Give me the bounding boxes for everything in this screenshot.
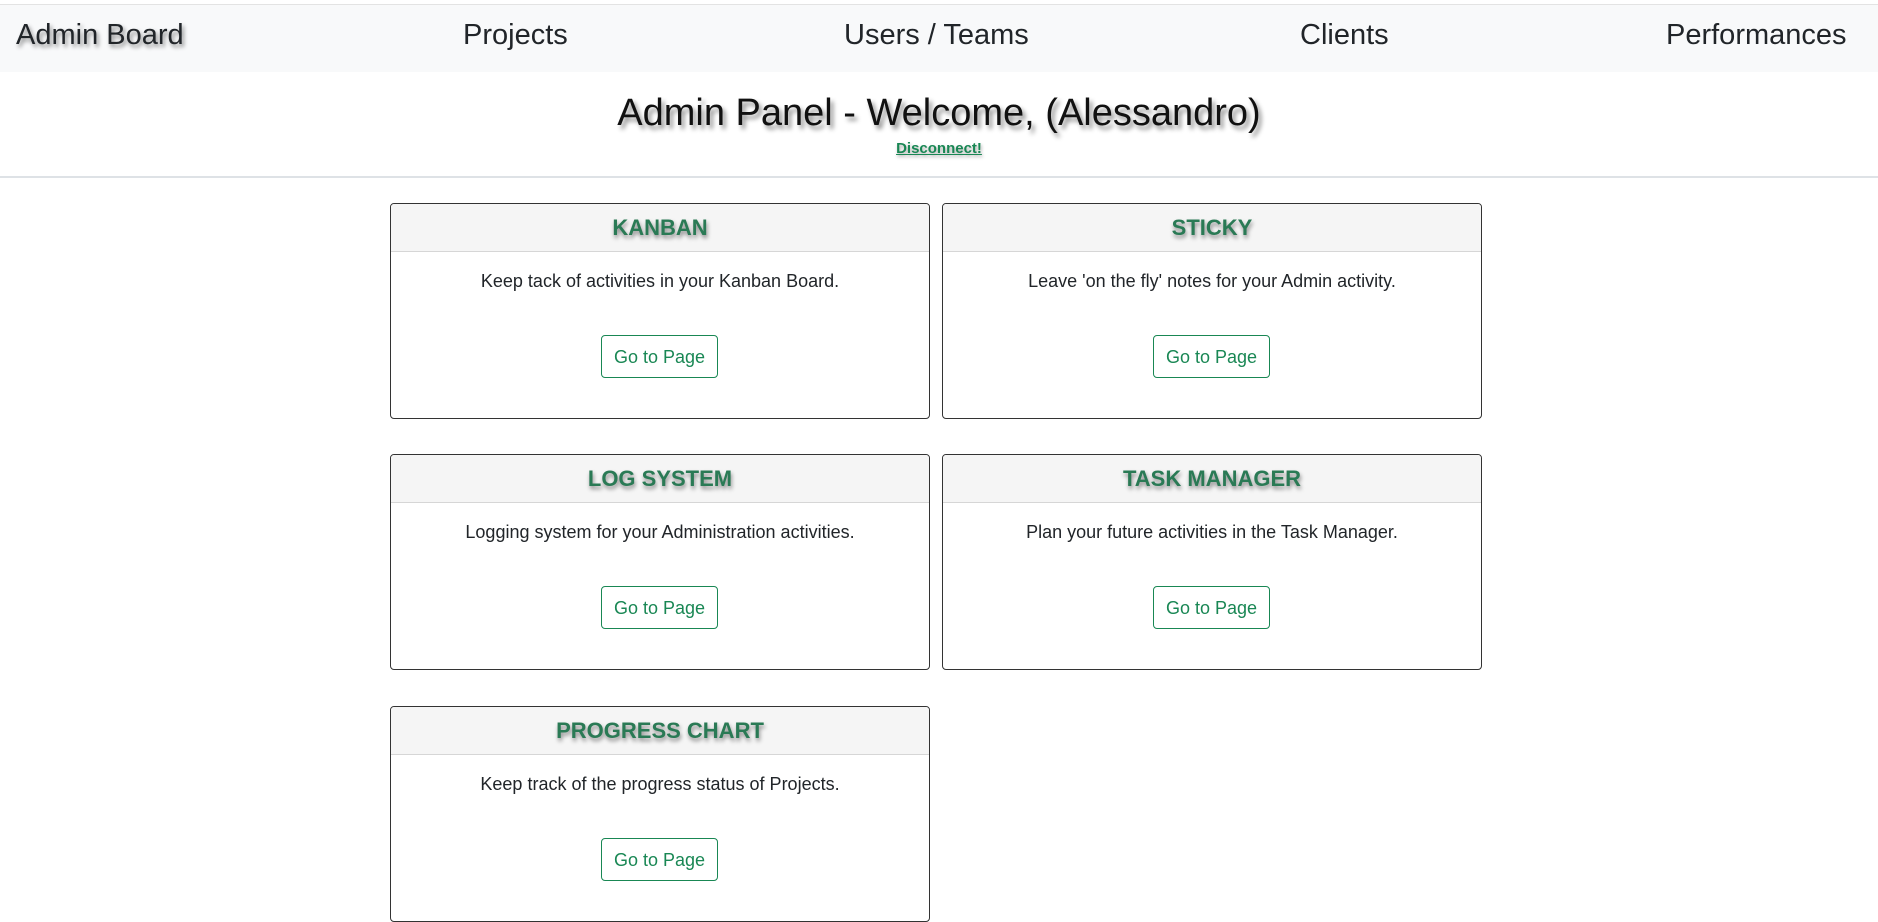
top-navbar: Admin Board Projects Users / Teams Clien…: [0, 4, 1878, 72]
card-description: Keep track of the progress status of Pro…: [480, 774, 840, 794]
card-sticky: STICKY Leave 'on the fly' notes for your…: [942, 203, 1482, 419]
go-to-page-button[interactable]: Go to Page: [601, 335, 718, 378]
card-title: TASK MANAGER: [943, 455, 1481, 503]
disconnect-link[interactable]: Disconnect!: [0, 140, 1878, 157]
card-progress-chart: PROGRESS CHART Keep track of the progres…: [390, 706, 930, 922]
card-title: PROGRESS CHART: [391, 707, 929, 755]
go-to-page-button[interactable]: Go to Page: [1153, 586, 1270, 629]
card-title: LOG SYSTEM: [391, 455, 929, 503]
go-to-page-button[interactable]: Go to Page: [601, 838, 718, 881]
nav-item-clients[interactable]: Clients: [1300, 19, 1389, 52]
card-title: STICKY: [943, 204, 1481, 252]
nav-item-users-teams[interactable]: Users / Teams: [844, 19, 1029, 52]
card-log-system: LOG SYSTEM Logging system for your Admin…: [390, 454, 930, 670]
go-to-page-button[interactable]: Go to Page: [1153, 335, 1270, 378]
page-header: Admin Panel - Welcome, (Alessandro) Disc…: [0, 72, 1878, 178]
card-title: KANBAN: [391, 204, 929, 252]
card-task-manager: TASK MANAGER Plan your future activities…: [942, 454, 1482, 670]
card-description: Plan your future activities in the Task …: [1026, 522, 1398, 542]
brand-link[interactable]: Admin Board: [16, 19, 184, 52]
nav-item-performances[interactable]: Performances: [1666, 19, 1847, 52]
page-title: Admin Panel - Welcome, (Alessandro): [617, 92, 1261, 134]
card-description: Leave 'on the fly' notes for your Admin …: [1028, 271, 1396, 291]
card-description: Logging system for your Administration a…: [465, 522, 855, 542]
nav-item-projects[interactable]: Projects: [463, 19, 568, 52]
go-to-page-button[interactable]: Go to Page: [601, 586, 718, 629]
card-description: Keep tack of activities in your Kanban B…: [480, 271, 840, 291]
card-kanban: KANBAN Keep tack of activities in your K…: [390, 203, 930, 419]
